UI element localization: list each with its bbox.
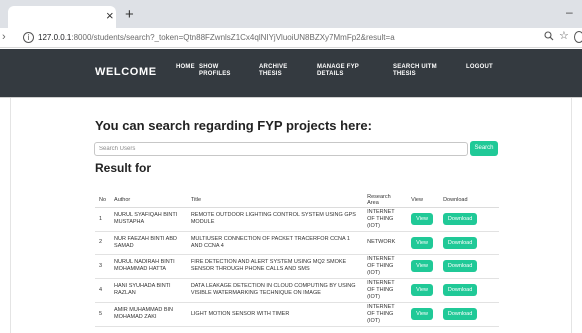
url-path: :8000/students/search?_token=Qtn88FZwnls…: [71, 33, 395, 42]
info-icon[interactable]: i: [23, 32, 34, 43]
cell-title: REMOTE OUTDOOR LIGHTING CONTROL SYSTEM U…: [186, 207, 364, 232]
bookmark-star-icon[interactable]: ☆: [559, 30, 569, 43]
browser-tab[interactable]: [8, 6, 116, 28]
cell-author: AMIR MUHAMMAD BIN MOHAMAD ZAKI: [110, 302, 187, 327]
cell-no: 2: [95, 231, 111, 255]
cell-title: FIRE DETECTION AND ALERT SYSTEM USING MQ…: [186, 254, 364, 279]
cell-no: 5: [95, 302, 111, 327]
cell-author: NURUL NADIRAH BINTI MOHAMMAD HATTA: [110, 254, 187, 279]
results-table: No Author Title Research Area View Downl…: [95, 193, 499, 327]
cell-title: LIGHT MOTION SENSOR WITH TIMER: [186, 302, 364, 327]
forward-arrow-icon[interactable]: ›: [2, 31, 6, 43]
url-host: 127.0.0.1: [38, 33, 72, 42]
nav-manage-fyp[interactable]: MANAGE FYP DETAILS: [317, 64, 363, 78]
search-button[interactable]: Search: [470, 141, 498, 156]
tab-close-icon[interactable]: ×: [106, 9, 114, 22]
cell-research-area: INTERNET OF THING (IOT): [363, 254, 408, 279]
nav-search-uitm[interactable]: SEARCH UITM THESIS: [393, 64, 439, 78]
cell-view: View: [407, 254, 440, 279]
cell-view: View: [407, 207, 440, 232]
site-navbar: WELCOME HOME SHOW PROFILES ARCHIVE THESI…: [0, 49, 582, 97]
cell-title: MULTIUSER CONNECTION OF PACKET TRACERFOR…: [186, 231, 364, 255]
cell-no: 1: [95, 207, 111, 232]
table-row: 1 NURUL SYAFIQAH BINTI MUSTAPHA REMOTE O…: [95, 207, 499, 232]
download-button[interactable]: Download: [443, 213, 478, 225]
page-heading: You can search regarding FYP projects he…: [95, 118, 372, 133]
cell-view: View: [407, 231, 440, 255]
header-no: No: [95, 193, 111, 208]
nav-home[interactable]: HOME: [176, 64, 195, 71]
cell-research-area: INTERNET OF THING (IOT): [363, 302, 408, 327]
cell-author: NUR FAEZAH BINTI ABD SAMAD: [110, 231, 187, 255]
view-button[interactable]: View: [411, 236, 434, 249]
cell-research-area: INTERNET OF THING (IOT): [363, 278, 408, 303]
header-author: Author: [110, 193, 187, 208]
cell-download: Download: [439, 278, 499, 303]
view-button[interactable]: View: [411, 308, 434, 320]
nav-show-profiles[interactable]: SHOW PROFILES: [199, 64, 239, 78]
table-row: 2 NUR FAEZAH BINTI ABD SAMAD MULTIUSER C…: [95, 231, 499, 255]
cell-author: HANI SYUHADA BINTI RAZLAN: [110, 278, 187, 303]
download-button[interactable]: Download: [443, 260, 478, 272]
browser-tabstrip: × + –: [0, 0, 582, 28]
cell-no: 3: [95, 254, 111, 279]
cell-download: Download: [439, 231, 499, 255]
nav-archive-thesis[interactable]: ARCHIVE THESIS: [259, 64, 299, 78]
cell-no: 4: [95, 278, 111, 303]
view-button[interactable]: View: [411, 284, 434, 296]
cell-research-area: INTERNET OF THING (IOT): [363, 207, 408, 232]
cell-view: View: [407, 302, 440, 327]
view-button[interactable]: View: [411, 260, 434, 272]
cell-download: Download: [439, 207, 499, 232]
search-input[interactable]: [94, 142, 468, 156]
table-row: 5 AMIR MUHAMMAD BIN MOHAMAD ZAKI LIGHT M…: [95, 302, 499, 327]
table-header-row: No Author Title Research Area View Downl…: [95, 193, 499, 208]
new-tab-icon[interactable]: +: [125, 7, 134, 22]
extension-icon[interactable]: [574, 31, 582, 43]
header-title: Title: [186, 193, 364, 208]
header-download: Download: [439, 193, 499, 208]
table-row: 3 NURUL NADIRAH BINTI MOHAMMAD HATTA FIR…: [95, 254, 499, 279]
zoom-icon[interactable]: [544, 31, 554, 44]
header-view: View: [407, 193, 440, 208]
cell-download: Download: [439, 302, 499, 327]
download-button[interactable]: Download: [443, 284, 478, 296]
cell-research-area: NETWORK: [363, 231, 408, 255]
cell-download: Download: [439, 254, 499, 279]
header-research-area: Research Area: [363, 193, 408, 208]
cell-view: View: [407, 278, 440, 303]
cell-title: DATA LEAKAGE DETECTION IN CLOUD COMPUTIN…: [186, 278, 364, 303]
cell-author: NURUL SYAFIQAH BINTI MUSTAPHA: [110, 207, 187, 232]
result-title: Result for: [95, 161, 152, 175]
download-button[interactable]: Download: [443, 308, 478, 320]
address-bar[interactable]: › i 127.0.0.1:8000/students/search?_toke…: [0, 28, 582, 48]
view-button[interactable]: View: [411, 213, 434, 225]
nav-logout[interactable]: LOGOUT: [466, 64, 493, 71]
minimize-icon[interactable]: –: [566, 6, 573, 18]
url-text[interactable]: 127.0.0.1:8000/students/search?_token=Qt…: [38, 32, 395, 43]
table-row: 4 HANI SYUHADA BINTI RAZLAN DATA LEAKAGE…: [95, 278, 499, 303]
download-button[interactable]: Download: [443, 236, 478, 249]
brand-title[interactable]: WELCOME: [95, 66, 157, 78]
